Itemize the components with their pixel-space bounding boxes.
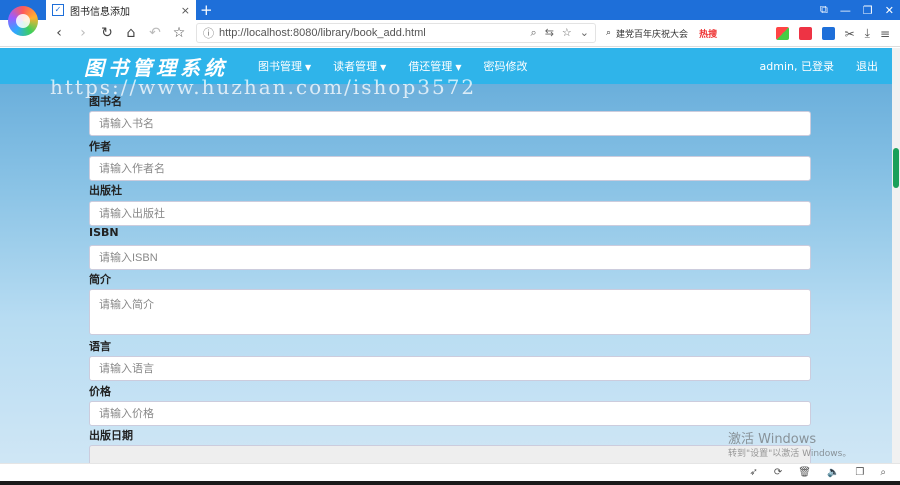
bookmark-star-icon[interactable]: ☆ — [168, 25, 190, 41]
tab-title: 图书信息添加 — [70, 6, 130, 18]
language-input[interactable] — [89, 356, 811, 381]
label-introduction: 简介 — [89, 273, 111, 286]
page-favicon-icon: ✓ — [52, 4, 64, 16]
apps-grid-icon[interactable] — [775, 27, 789, 40]
trash-icon[interactable]: 🗑 — [798, 467, 811, 478]
caret-down-icon: ▼ — [305, 63, 312, 72]
download-icon[interactable]: ⤓ — [865, 26, 870, 41]
label-publish-date: 出版日期 — [89, 429, 133, 442]
home-icon[interactable]: ⌂ — [120, 25, 142, 41]
extension-icons: ✂ ⤓ ≡ — [775, 20, 890, 47]
address-bar: ‹ › ↻ ⌂ ↶ ☆ ⓘ http://localhost:8080/libr… — [0, 20, 900, 47]
back-arrow-icon[interactable]: ‹ — [48, 25, 70, 41]
page-info-icon: ⓘ — [203, 27, 214, 40]
browser-tab-strip: ✓ 图书信息添加 × + ⧉ — ❐ ✕ — [0, 0, 900, 20]
tab-close-icon[interactable]: × — [181, 4, 190, 17]
nav-menu: 图书管理 ▼ 读者管理 ▼ 借还管理 ▼ 密码修改 — [258, 58, 527, 74]
hot-search-badge[interactable]: 热搜 — [699, 27, 717, 40]
scissors-icon[interactable]: ✂ — [845, 27, 855, 41]
os-taskbar — [0, 481, 900, 485]
favorite-star-icon[interactable]: ☆ — [562, 26, 572, 40]
window-controls: ⧉ — ❐ ✕ — [820, 0, 894, 20]
scrollbar-thumb[interactable] — [893, 148, 899, 188]
nav-item-book-management[interactable]: 图书管理 ▼ — [258, 58, 311, 74]
browser-logo-icon[interactable] — [8, 6, 38, 36]
browser-tab-active[interactable]: ✓ 图书信息添加 × — [46, 0, 196, 20]
speaker-icon[interactable]: 🔈 — [827, 467, 839, 478]
author-input[interactable] — [89, 156, 811, 181]
game-icon[interactable] — [798, 27, 812, 40]
reload-icon[interactable]: ↻ — [96, 25, 118, 41]
publisher-input[interactable] — [89, 201, 811, 226]
nav-right: admin, 已登录 退出 — [760, 48, 878, 84]
rocket-icon[interactable]: ➶ — [749, 467, 757, 478]
window-restore-alt-icon[interactable]: ⧉ — [820, 3, 828, 17]
publish-date-input[interactable] — [89, 445, 811, 463]
window-close-icon[interactable]: ✕ — [885, 4, 894, 17]
caret-down-icon: ▼ — [455, 63, 462, 72]
page-viewport: 图书管理系统 图书管理 ▼ 读者管理 ▼ 借还管理 ▼ 密码修改 admin, 已登录… — [0, 48, 892, 463]
zoom-icon[interactable]: ⌕ — [531, 26, 537, 40]
nav-item-lending-management[interactable]: 借还管理 ▼ — [408, 58, 461, 74]
label-price: 价格 — [89, 385, 111, 398]
isbn-input[interactable] — [89, 245, 811, 270]
introduction-textarea[interactable] — [89, 289, 811, 335]
chevron-down-icon[interactable]: ⌄ — [580, 26, 589, 40]
activate-windows-subtitle: 转到"设置"以激活 Windows。 — [728, 449, 852, 459]
activate-windows-title: 激活 Windows — [728, 432, 817, 447]
site-brand[interactable]: 图书管理系统 — [84, 52, 228, 81]
nav-item-change-password[interactable]: 密码修改 — [483, 58, 527, 74]
site-navbar: 图书管理系统 图书管理 ▼ 读者管理 ▼ 借还管理 ▼ 密码修改 admin, 已登录… — [0, 48, 892, 84]
label-publisher: 出版社 — [89, 184, 122, 197]
window-minimize-icon[interactable]: — — [840, 4, 851, 17]
user-status[interactable]: admin, 已登录 — [760, 58, 834, 74]
share-icon[interactable]: ⇆ — [545, 26, 554, 40]
translate-icon[interactable] — [821, 27, 835, 40]
window-icon[interactable]: ❐ — [855, 467, 864, 478]
refresh-circle-icon[interactable]: ⟳ — [774, 467, 782, 478]
window-maximize-icon[interactable]: ❐ — [863, 4, 873, 17]
nav-item-reader-management[interactable]: 读者管理 ▼ — [333, 58, 386, 74]
label-author: 作者 — [89, 140, 111, 153]
label-book-name: 图书名 — [89, 95, 122, 108]
book-name-input[interactable] — [89, 111, 811, 136]
url-tools: ⌕ ⇆ ☆ ⌄ — [531, 26, 589, 40]
browser-status-bar: ➶ ⟳ 🗑 🔈 ❐ ⌕ — [0, 463, 900, 481]
label-language: 语言 — [89, 340, 111, 353]
undo-icon[interactable]: ↶ — [144, 25, 166, 41]
search-suggestion-text[interactable]: 建党百年庆祝大会 — [616, 27, 688, 40]
logout-link[interactable]: 退出 — [856, 58, 878, 74]
page-scrollbar[interactable] — [892, 48, 900, 463]
url-field[interactable]: ⓘ http://localhost:8080/library/book_add… — [196, 23, 596, 43]
browser-search-box[interactable]: ⌕ 建党百年庆祝大会 热搜 — [606, 27, 717, 40]
new-tab-button[interactable]: + — [200, 1, 213, 19]
forward-arrow-icon[interactable]: › — [72, 25, 94, 41]
caret-down-icon: ▼ — [380, 63, 387, 72]
url-text[interactable]: http://localhost:8080/library/book_add.h… — [219, 27, 526, 39]
zoom-search-icon[interactable]: ⌕ — [880, 467, 886, 478]
label-isbn: ISBN — [89, 226, 119, 239]
menu-icon[interactable]: ≡ — [880, 27, 890, 41]
price-input[interactable] — [89, 401, 811, 426]
search-icon: ⌕ — [606, 28, 612, 38]
